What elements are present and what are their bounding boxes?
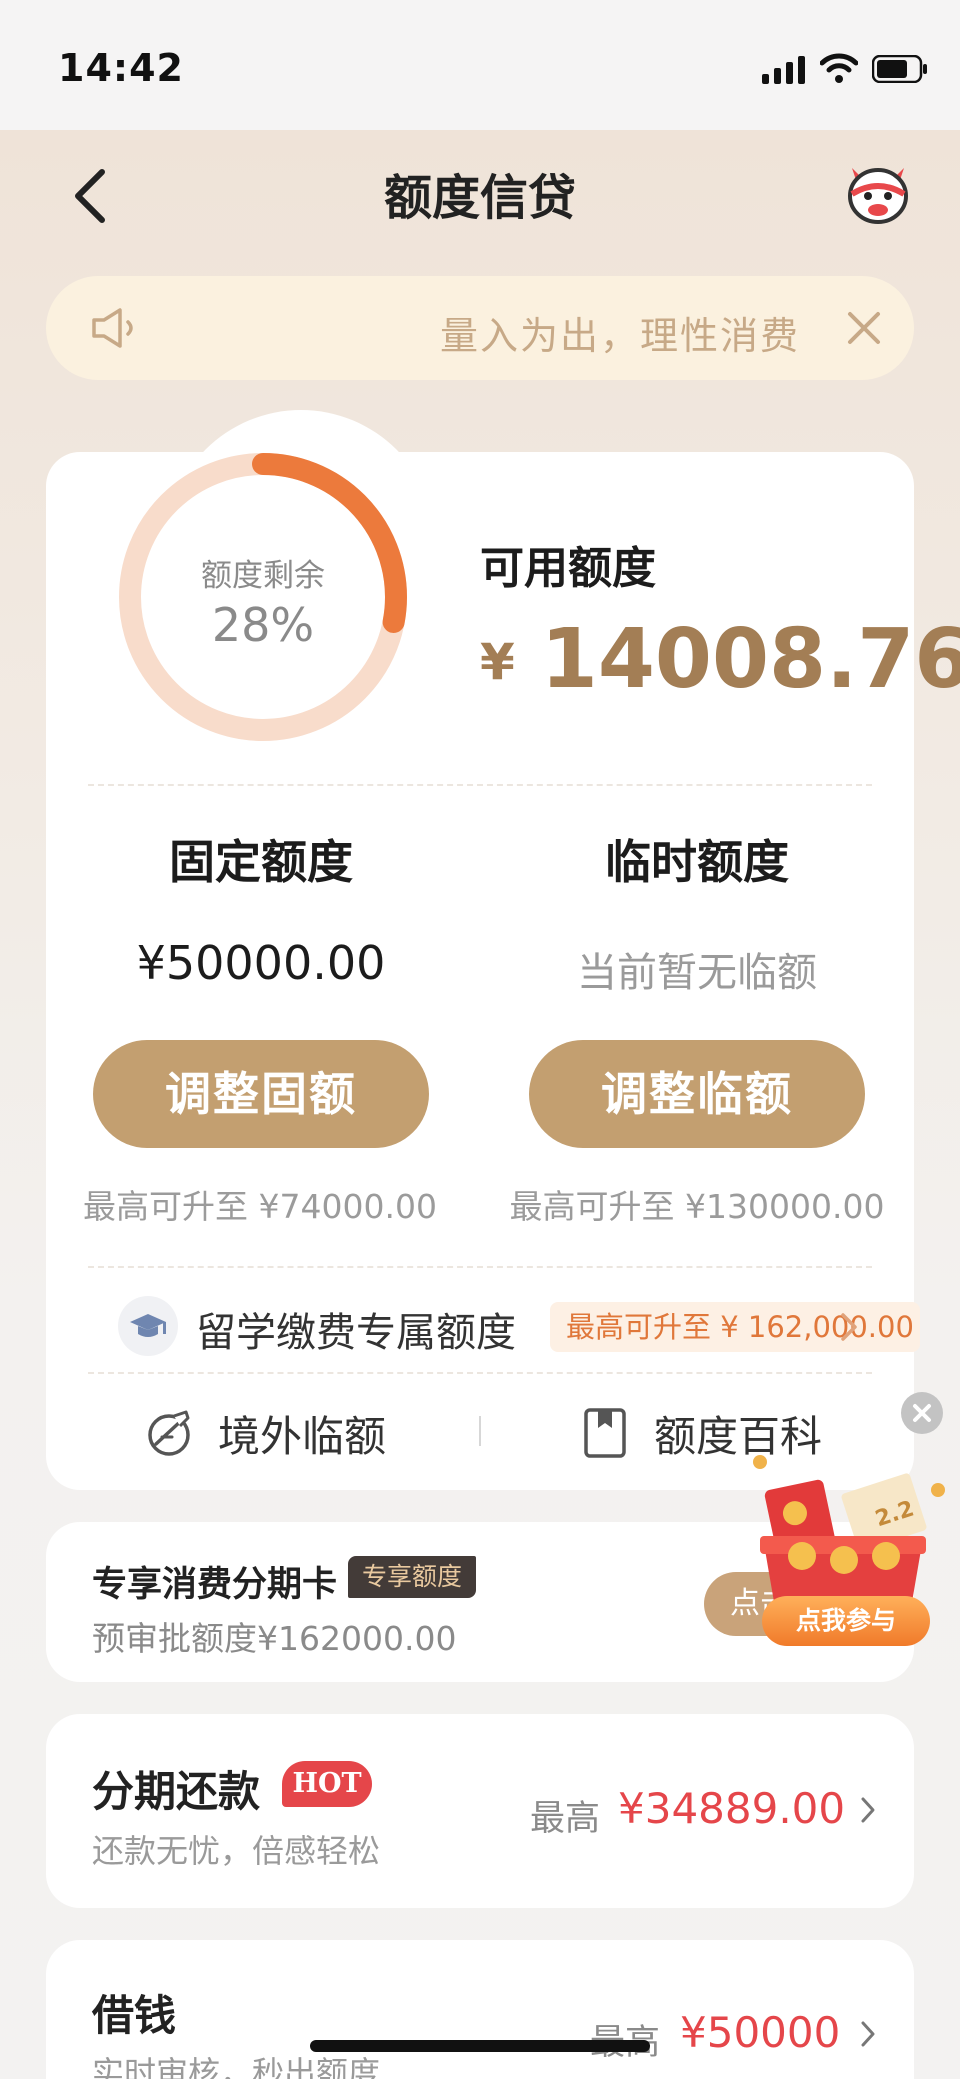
temp-quota-title: 临时额度 xyxy=(605,835,789,889)
join-activity-button[interactable]: 点我参与 xyxy=(762,1596,930,1646)
temp-quota-value: 当前暂无临额 xyxy=(577,950,817,996)
overseas-quota-label: 境外临额 xyxy=(218,1411,387,1461)
remaining-percent: 28% xyxy=(211,598,315,652)
divider xyxy=(88,1372,872,1374)
loan-subtitle: 实时审核，秒出额度 xyxy=(92,2054,381,2079)
study-quota-link[interactable]: 留学缴费专属额度 xyxy=(196,1300,516,1358)
chevron-right-icon xyxy=(841,1313,857,1341)
chevron-right-icon xyxy=(861,1797,875,1823)
float-close-button[interactable] xyxy=(901,1392,943,1434)
page-title: 额度信贷 xyxy=(383,170,576,226)
currency-symbol: ¥ xyxy=(480,633,515,691)
promo-subtitle: 预审批额度¥162000.00 xyxy=(92,1619,457,1658)
divider xyxy=(88,784,872,786)
notice-bar: 量入为出，理性消费 xyxy=(46,276,914,380)
installment-subtitle: 还款无忧，倍感轻松 xyxy=(92,1832,381,1870)
wifi-icon xyxy=(820,53,858,83)
remaining-ring xyxy=(119,453,407,741)
fixed-max-note: 最高可升至 ¥74000.00 xyxy=(83,1187,437,1226)
notice-text: 量入为出，理性消费 xyxy=(440,314,801,358)
overseas-quota-link[interactable]: 境外临额 xyxy=(142,1400,386,1466)
graduation-cap-icon xyxy=(118,1296,178,1356)
cellular-signal-icon xyxy=(762,56,805,84)
close-icon[interactable] xyxy=(844,308,884,348)
study-quota-tag: 最高可升至 ¥ 162,000.00 xyxy=(550,1302,920,1352)
remaining-label: 额度剩余 xyxy=(201,558,325,594)
hot-badge: HOT xyxy=(282,1761,372,1807)
book-icon xyxy=(584,1408,626,1458)
temp-max-note: 最高可升至 ¥130000.00 xyxy=(509,1187,885,1226)
plane-globe-icon xyxy=(148,1410,190,1456)
available-amount-value: 14008.76 xyxy=(540,612,960,707)
loan-amount: ¥50000 xyxy=(680,2008,841,2057)
battery-icon xyxy=(872,55,927,83)
available-amount: ¥14008.76 xyxy=(480,612,960,707)
adjust-fixed-button[interactable]: 调整固额 xyxy=(93,1040,429,1148)
fixed-quota-value: ¥50000.00 xyxy=(136,936,386,990)
speaker-icon xyxy=(92,308,133,348)
installment-title: 分期还款 xyxy=(92,1767,261,1816)
promo-tag: 专享额度 xyxy=(348,1556,477,1598)
home-indicator xyxy=(310,2040,650,2052)
promo-title: 专享消费分期卡 xyxy=(92,1565,338,1605)
link-divider xyxy=(479,1416,481,1446)
chevron-right-icon xyxy=(861,2021,875,2047)
mascot-icon[interactable] xyxy=(842,160,914,226)
divider xyxy=(88,1266,872,1268)
status-bar: 14:42 xyxy=(0,0,960,130)
status-time: 14:42 xyxy=(58,46,184,90)
fixed-quota-title: 固定额度 xyxy=(169,835,353,889)
installment-prefix: 最高 xyxy=(530,1799,601,1839)
loan-title: 借钱 xyxy=(92,1991,177,2040)
installment-amount: ¥34889.00 xyxy=(618,1784,846,1833)
available-label: 可用额度 xyxy=(480,543,656,594)
adjust-temp-button[interactable]: 调整临额 xyxy=(529,1040,865,1148)
